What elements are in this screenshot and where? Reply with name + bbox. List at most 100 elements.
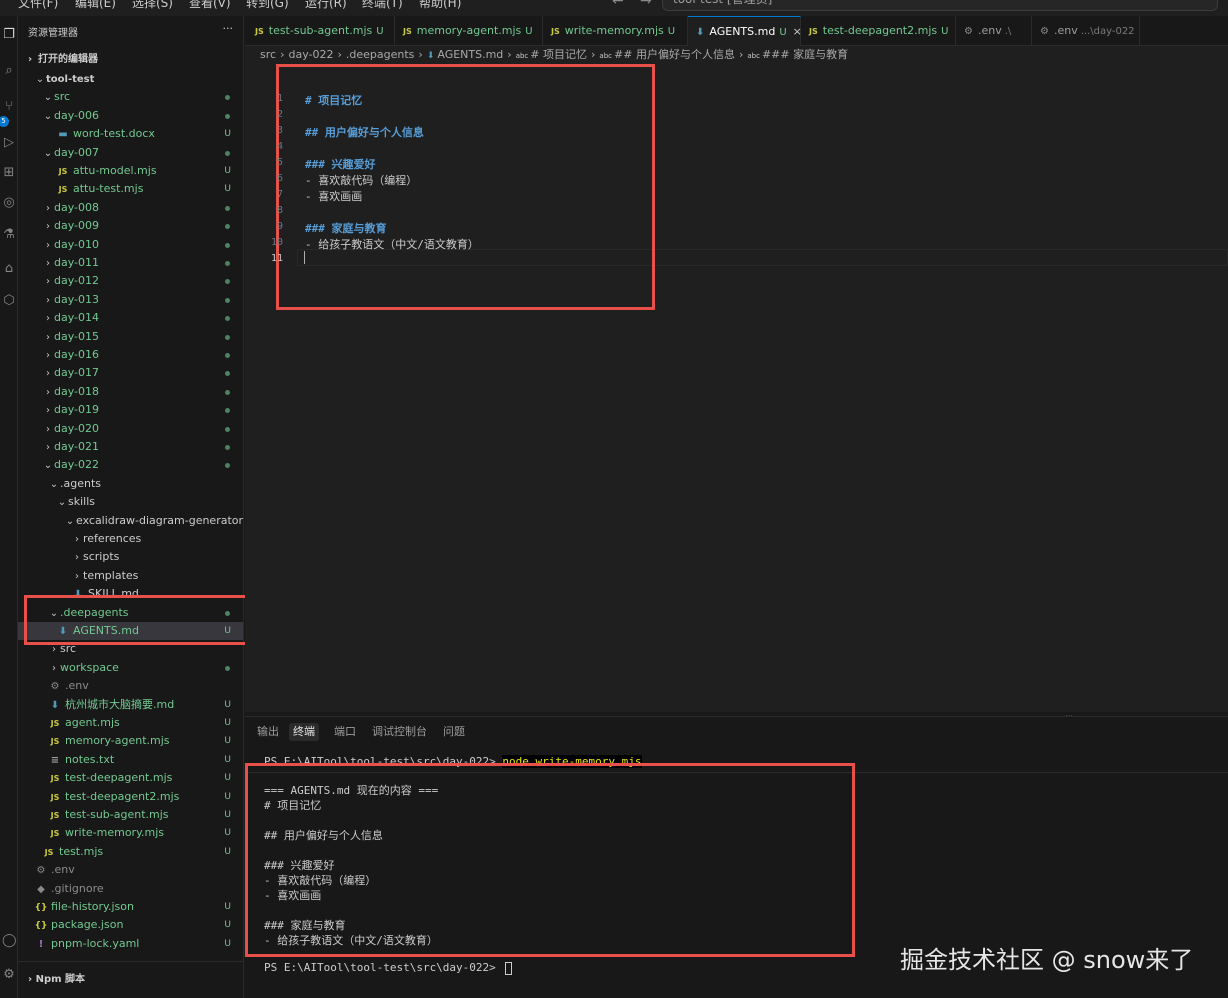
tree-file[interactable]: JS write-memory.mjs U [18, 824, 243, 842]
tree-item-label: tool-test [46, 74, 95, 85]
tree-file[interactable]: ⚙ .env [18, 677, 243, 695]
tree-folder[interactable]: › references [18, 530, 243, 548]
tab-debug-console[interactable]: 调试控制台 [368, 723, 431, 741]
tree-file[interactable]: JS attu-test.mjs U [18, 180, 243, 198]
testing-icon[interactable]: ⚗ [2, 228, 16, 242]
open-editors-section[interactable]: › 打开的编辑器 [28, 50, 98, 65]
tab-problems[interactable]: 问题 [439, 723, 469, 741]
code-editor[interactable]: 1 # 项目记忆 2 3 ## 用户偏好与个人信息 4 5 ### 兴趣爱好 6 - 喜欢敲代码（… [245, 64, 1228, 712]
docker-icon[interactable]: ⌂ [2, 262, 16, 276]
search-icon[interactable]: ⌕ [2, 64, 16, 78]
tree-file[interactable]: ! pnpm-lock.yaml U [18, 935, 243, 953]
explorer-icon[interactable]: ❐ [2, 28, 16, 42]
tree-file[interactable]: ≡ notes.txt U [18, 751, 243, 769]
tree-file[interactable]: {} file-history.json U [18, 898, 243, 916]
menu-terminal[interactable]: 终端(T) [362, 0, 403, 11]
explorer-sidebar: 资源管理器 ··· › 打开的编辑器 ⌄ tool-test ⌄ src ⌄ day-006… [18, 16, 250, 998]
tree-folder[interactable]: › day-009 [18, 217, 243, 235]
menu-run[interactable]: 运行(R) [305, 0, 347, 11]
code-line[interactable]: - 喜欢画画 [305, 188, 362, 204]
run-debug-icon[interactable]: ▷ [2, 136, 16, 150]
arrow-left-icon[interactable]: ← [612, 0, 624, 9]
code-line[interactable]: ## 用户偏好与个人信息 [305, 124, 424, 140]
tree-folder[interactable]: ⌄ day-007 [18, 144, 243, 162]
tree-folder[interactable]: ⌄ skills [18, 493, 243, 511]
editor-tab[interactable]: JS test-sub-agent.mjs U [247, 16, 395, 46]
tree-folder[interactable]: › day-017 [18, 364, 243, 382]
tree-folder[interactable]: ⌄ day-006 [18, 107, 243, 125]
breadcrumb-item[interactable]: AGENTS.md [437, 48, 503, 61]
tree-folder[interactable]: ⌄ day-022 [18, 456, 243, 474]
tree-file[interactable]: ◆ .gitignore [18, 880, 243, 898]
tree-folder[interactable]: › day-016 [18, 346, 243, 364]
editor-tab[interactable]: JS write-memory.mjs U [543, 16, 688, 46]
menu-view[interactable]: 查看(V) [189, 0, 231, 11]
tree-folder[interactable]: ⌄ excalidraw-diagram-generator [18, 512, 243, 530]
npm-scripts-section[interactable]: › Npm 脚本 [28, 970, 85, 985]
breadcrumb-item[interactable]: # 项目记忆 [530, 48, 587, 61]
tree-file[interactable]: {} package.json U [18, 916, 243, 934]
tab-ports[interactable]: 端口 [330, 723, 360, 741]
code-line[interactable]: # 项目记忆 [305, 92, 362, 108]
menu-help[interactable]: 帮助(H) [419, 0, 461, 11]
tree-folder[interactable]: › templates [18, 567, 243, 585]
editor-tab[interactable]: ⚙ .env ...\day-022 [1032, 16, 1140, 46]
tree-folder[interactable]: › day-014 [18, 309, 243, 327]
tree-folder[interactable]: ⌄ tool-test [18, 70, 243, 88]
package-icon[interactable]: ⬡ [2, 294, 16, 308]
tree-folder[interactable]: › day-012 [18, 272, 243, 290]
tree-file[interactable]: JS agent.mjs U [18, 714, 243, 732]
tree-file[interactable]: JS test-sub-agent.mjs U [18, 806, 243, 824]
editor-tab[interactable]: JS test-deepagent2.mjs U [801, 16, 956, 46]
tree-folder[interactable]: › day-011 [18, 254, 243, 272]
tree-folder[interactable]: › day-019 [18, 401, 243, 419]
tree-file[interactable]: JS test-deepagent2.mjs U [18, 788, 243, 806]
tree-file[interactable]: JS memory-agent.mjs U [18, 732, 243, 750]
code-line[interactable]: - 给孩子教语文（中文/语文教育） [305, 236, 479, 252]
arrow-right-icon[interactable]: → [640, 0, 652, 9]
tree-file[interactable]: ▬ word-test.docx U [18, 125, 243, 143]
tree-folder[interactable]: › workspace [18, 659, 243, 677]
tree-folder[interactable]: › day-021 [18, 438, 243, 456]
command-center-search[interactable]: tool-test [管理员] [662, 0, 1218, 11]
accounts-icon[interactable]: ◯ [2, 934, 17, 948]
extensions-icon[interactable]: ⊞ [2, 166, 16, 180]
tree-folder[interactable]: › day-015 [18, 328, 243, 346]
menu-file[interactable]: 文件(F) [18, 0, 58, 11]
editor-tab[interactable]: ⬇ AGENTS.md U × [688, 16, 802, 46]
tab-terminal[interactable]: 终端 [289, 723, 319, 741]
menu-edit[interactable]: 编辑(E) [75, 0, 116, 11]
tree-file[interactable]: ⚙ .env [18, 861, 243, 879]
tree-folder[interactable]: › day-020 [18, 420, 243, 438]
panel-drag-handle[interactable]: ⋯ [1065, 711, 1073, 720]
tab-output[interactable]: 输出 [253, 723, 283, 741]
code-line[interactable]: ### 家庭与教育 [305, 220, 387, 236]
tree-file[interactable]: JS test-deepagent.mjs U [18, 769, 243, 787]
tree-folder[interactable]: › scripts [18, 548, 243, 566]
breadcrumb-item[interactable]: .deepagents [346, 48, 415, 61]
more-actions-icon[interactable]: ··· [223, 22, 234, 35]
terminal-input-line[interactable]: PS E:\AITool\tool-test\src\day-022> [264, 961, 513, 975]
breadcrumb-item[interactable]: day-022 [288, 48, 333, 61]
tree-folder[interactable]: › day-013 [18, 291, 243, 309]
tree-folder[interactable]: ⌄ .agents [18, 475, 243, 493]
tree-folder[interactable]: ⌄ src [18, 88, 243, 106]
remote-icon[interactable]: ◎ [2, 196, 16, 210]
tree-file[interactable]: JS attu-model.mjs U [18, 162, 243, 180]
tree-folder[interactable]: › day-008 [18, 199, 243, 217]
editor-tab[interactable]: ⚙ .env .\ [956, 16, 1032, 46]
editor-tab[interactable]: JS memory-agent.mjs U [395, 16, 543, 46]
menu-go[interactable]: 转到(G) [246, 0, 289, 11]
tree-folder[interactable]: › day-010 [18, 236, 243, 254]
breadcrumb-item[interactable]: ### 家庭与教育 [762, 48, 848, 61]
breadcrumb-item[interactable]: ## 用户偏好与个人信息 [614, 48, 735, 61]
tree-folder[interactable]: › day-018 [18, 383, 243, 401]
tree-file[interactable]: JS test.mjs U [18, 843, 243, 861]
breadcrumb-item[interactable]: src [260, 48, 276, 61]
code-line[interactable]: - 喜欢敲代码（编程） [305, 172, 417, 188]
menu-selection[interactable]: 选择(S) [132, 0, 173, 11]
source-control-icon[interactable]: ⑂ [2, 100, 16, 114]
tree-file[interactable]: ⬇ 杭州城市大脑摘要.md U [18, 696, 243, 714]
settings-icon[interactable]: ⚙ [2, 968, 16, 982]
code-line[interactable]: ### 兴趣爱好 [305, 156, 376, 172]
